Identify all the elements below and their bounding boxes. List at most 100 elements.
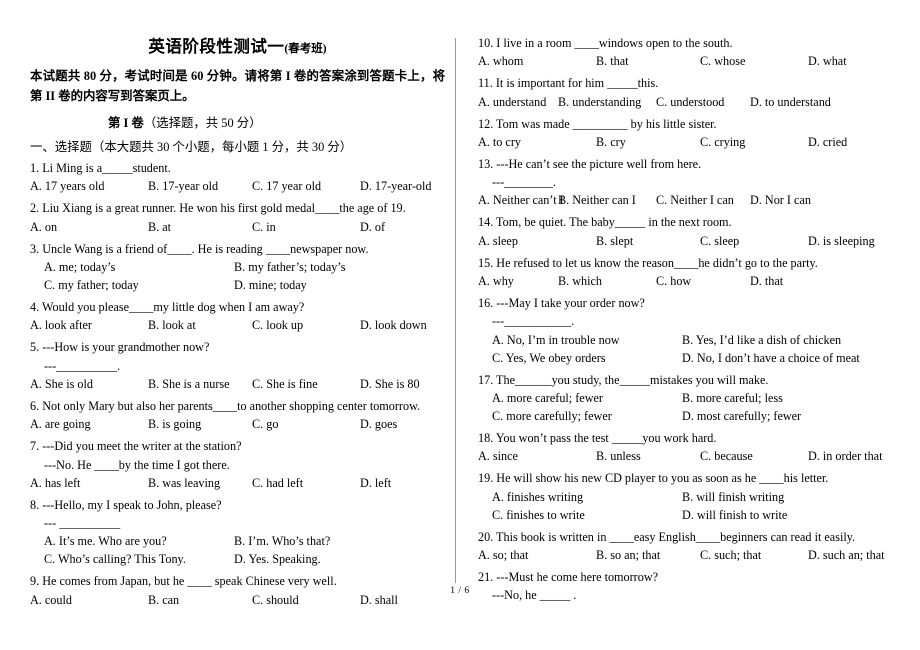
option-choice[interactable]: A. Neither can’t I — [478, 191, 564, 209]
option-choice[interactable]: D. is sleeping — [808, 232, 875, 250]
option-choice[interactable]: D. goes — [360, 415, 397, 433]
option-choice[interactable]: B. cry — [596, 133, 626, 151]
option-group: A. She is old B. She is a nurse C. She is … — [30, 375, 445, 393]
option-choice[interactable]: A. No, I’m in trouble now — [492, 331, 620, 349]
option-choice[interactable]: A. She is old — [30, 375, 93, 393]
option-choice[interactable]: C. my father; today — [44, 276, 139, 294]
question-item: 8. ---Hello, my I speak to John, please?… — [30, 496, 445, 569]
option-row: A. more careful; fewer B. more careful; l… — [492, 389, 908, 407]
option-choice[interactable]: C. Who’s calling? This Tony. — [44, 550, 186, 568]
option-choice[interactable]: B. I’m. Who’s that? — [234, 532, 330, 550]
question-stem-response: ---__________. — [44, 358, 121, 373]
option-choice[interactable]: B. understanding — [558, 93, 641, 111]
option-choice[interactable]: A. me; today’s — [44, 258, 115, 276]
option-choice[interactable]: A. so; that — [478, 546, 528, 564]
option-choice[interactable]: A. to cry — [478, 133, 521, 151]
option-choice[interactable]: B. unless — [596, 447, 641, 465]
option-choice[interactable]: C. because — [700, 447, 753, 465]
option-choice[interactable]: B. 17-year old — [148, 177, 218, 195]
option-choice[interactable]: D. look down — [360, 316, 427, 334]
option-choice[interactable]: C. 17 year old — [252, 177, 321, 195]
option-choice[interactable]: D. most carefully; fewer — [682, 407, 801, 425]
option-choice[interactable]: C. go — [252, 415, 278, 433]
option-choice[interactable]: D. left — [360, 474, 391, 492]
option-choice[interactable]: B. Yes, I’d like a dish of chicken — [682, 331, 841, 349]
option-choice[interactable]: A. understand — [478, 93, 546, 111]
page-title: 英语阶段性测试一(春考班) — [30, 33, 445, 57]
question-stem: 5. ---How is your grandmother now? — [30, 340, 210, 355]
option-group: A. Neither can’t I B. Neither can I C. Nei… — [478, 191, 908, 209]
option-choice[interactable]: C. had left — [252, 474, 303, 492]
option-choice[interactable]: C. understood — [656, 93, 724, 111]
option-choice[interactable]: D. No, I don’t have a choice of meat — [682, 349, 860, 367]
option-choice[interactable]: B. more careful; less — [682, 389, 783, 407]
option-choice[interactable]: D. of — [360, 218, 385, 236]
option-choice[interactable]: D. Yes. Speaking. — [234, 550, 321, 568]
option-choice[interactable]: B. so an; that — [596, 546, 660, 564]
option-choice[interactable]: C. crying — [700, 133, 745, 151]
question-stem: 8. ---Hello, my I speak to John, please? — [30, 497, 222, 512]
option-choice[interactable]: B. look at — [148, 316, 196, 334]
option-choice[interactable]: C. look up — [252, 316, 303, 334]
option-choice[interactable]: D. She is 80 — [360, 375, 420, 393]
option-choice[interactable]: A. on — [30, 218, 57, 236]
option-choice[interactable]: A. why — [478, 272, 514, 290]
question-stem: 10. I live in a room ____windows open to… — [478, 36, 733, 50]
option-choice[interactable]: B. was leaving — [148, 474, 220, 492]
option-choice[interactable]: D. that — [750, 272, 783, 290]
option-choice[interactable]: A. sleep — [478, 232, 518, 250]
option-choice[interactable]: A. 17 years old — [30, 177, 104, 195]
option-choice[interactable]: D. will finish to write — [682, 506, 787, 524]
question-item: 2. Liu Xiang is a great runner. He won h… — [30, 199, 445, 235]
option-choice[interactable]: D. to understand — [750, 93, 831, 111]
option-choice[interactable]: B. She is a nurse — [148, 375, 230, 393]
option-choice[interactable]: A. It’s me. Who are you? — [44, 532, 167, 550]
question-stem: 3. Uncle Wang is a friend of____. He is … — [30, 241, 369, 256]
option-choice[interactable]: C. such; that — [700, 546, 761, 564]
question-stem-response: ---___________. — [492, 314, 575, 329]
question-stem: 18. You won’t pass the test _____you wor… — [478, 430, 717, 445]
option-choice[interactable]: B. which — [558, 272, 602, 290]
right-column: 10. I live in a room ____windows open to… — [478, 30, 908, 604]
option-choice[interactable]: C. sleep — [700, 232, 739, 250]
option-choice[interactable]: A. finishes writing — [492, 488, 583, 506]
option-choice[interactable]: C. She is fine — [252, 375, 318, 393]
option-row: A. me; today’s B. my father’s; today’s — [44, 258, 445, 276]
option-choice[interactable]: B. at — [148, 218, 171, 236]
part-one-detail: （选择题，共 50 分） — [143, 116, 262, 131]
option-choice[interactable]: C. finishes to write — [492, 506, 585, 524]
option-choice[interactable]: C. how — [656, 272, 691, 290]
option-choice[interactable]: D. in order that — [808, 447, 882, 465]
option-choice[interactable]: B. Neither can I — [558, 191, 636, 209]
exam-page: 英语阶段性测试一(春考班) 本试题共 80 分，考试时间是 60 分钟。请将第 … — [0, 0, 920, 650]
option-choice[interactable]: D. mine; today — [234, 276, 307, 294]
option-choice[interactable]: A. more careful; fewer — [492, 389, 603, 407]
option-choice[interactable]: B. is going — [148, 415, 201, 433]
option-choice[interactable]: B. slept — [596, 232, 633, 250]
option-choice[interactable]: A. look after — [30, 316, 92, 334]
option-choice[interactable]: D. what — [808, 52, 847, 70]
option-choice[interactable]: D. cried — [808, 133, 847, 151]
option-choice[interactable]: A. since — [478, 447, 518, 465]
option-choice[interactable]: D. 17-year-old — [360, 177, 432, 195]
question-item: 11. It is important for him _____this. A.… — [478, 74, 908, 110]
option-choice[interactable]: C. in — [252, 218, 276, 236]
option-choice[interactable]: C. Neither I can — [656, 191, 734, 209]
option-choice[interactable]: B. that — [596, 52, 629, 70]
option-choice[interactable]: B. will finish writing — [682, 488, 784, 506]
option-choice[interactable]: C. more carefully; fewer — [492, 407, 612, 425]
option-choice[interactable]: A. whom — [478, 52, 523, 70]
question-stem: 4. Would you please____my little dog whe… — [30, 300, 305, 315]
option-choice[interactable]: A. has left — [30, 474, 80, 492]
question-stem: 2. Liu Xiang is a great runner. He won h… — [30, 201, 406, 216]
option-choice[interactable]: C. whose — [700, 52, 745, 70]
option-group: A. are going B. is going C. go D. goes — [30, 415, 445, 433]
question-item: 6. Not only Mary but also her parents___… — [30, 397, 445, 433]
option-choice[interactable]: C. Yes, We obey orders — [492, 349, 606, 367]
option-choice[interactable]: B. my father’s; today’s — [234, 258, 345, 276]
option-choice[interactable]: D. such an; that — [808, 546, 885, 564]
question-stem-response: --- __________ — [44, 516, 121, 531]
option-choice[interactable]: A. are going — [30, 415, 91, 433]
question-item: 5. ---How is your grandmother now? ---___… — [30, 338, 445, 393]
option-choice[interactable]: D. Nor I can — [750, 191, 811, 209]
